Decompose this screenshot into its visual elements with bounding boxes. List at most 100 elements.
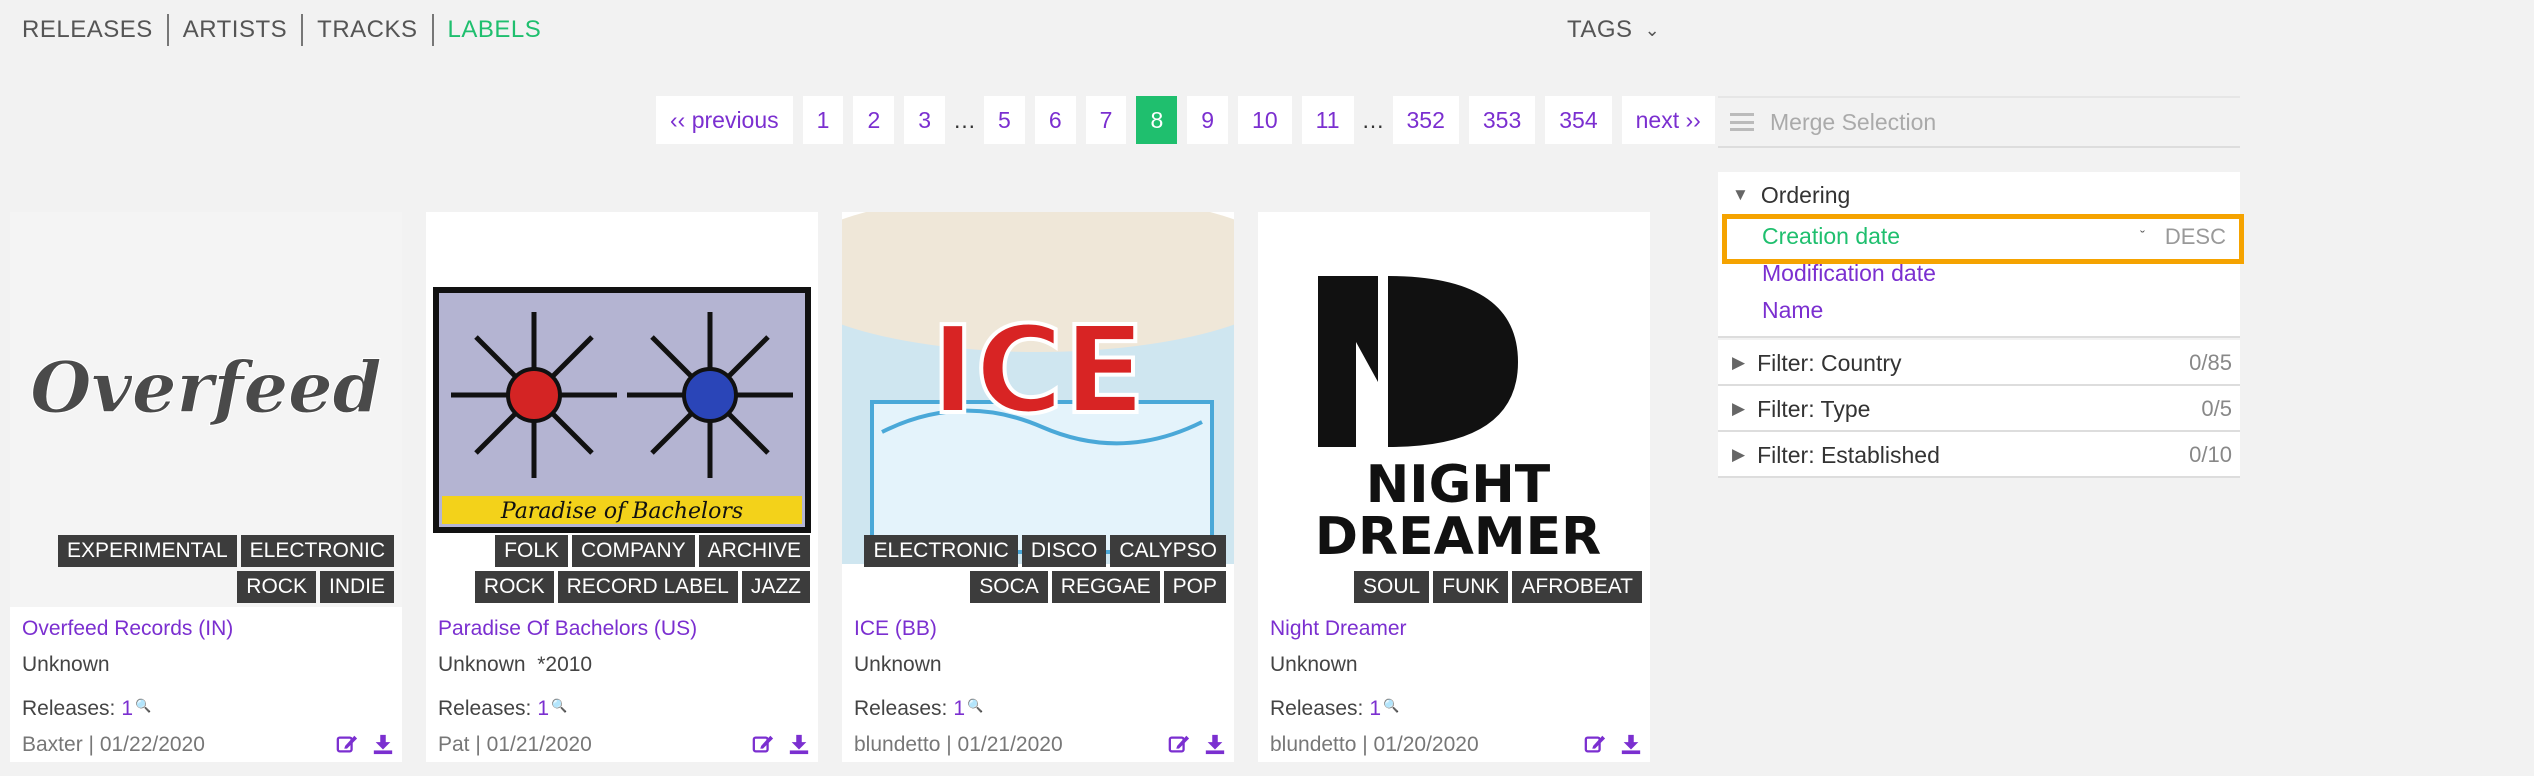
label-card: Overfeed EXPERIMENTAL ELECTRONIC ROCK IN… (10, 212, 402, 762)
tag[interactable]: FUNK (1433, 571, 1509, 603)
sort-direction[interactable]: DESC (2165, 218, 2226, 255)
download-icon[interactable] (372, 733, 394, 755)
tag[interactable]: ROCK (237, 571, 316, 603)
label-name-link[interactable]: Paradise Of Bachelors (US) (438, 617, 697, 641)
tag[interactable]: FOLK (495, 535, 569, 567)
filter-count: 0/10 (2189, 442, 2232, 467)
page-link[interactable]: 3 (904, 96, 946, 144)
tag[interactable]: EXPERIMENTAL (57, 535, 237, 567)
tag[interactable]: AFROBEAT (1512, 571, 1642, 603)
download-icon[interactable] (1204, 733, 1226, 755)
page-link[interactable]: 10 (1238, 96, 1292, 144)
triangle-right-icon: ▶ (1732, 399, 1746, 418)
edit-icon[interactable] (1168, 733, 1190, 755)
download-icon[interactable] (1620, 733, 1642, 755)
tag[interactable]: JAZZ (741, 571, 810, 603)
label-artwork[interactable]: NIGHT DREAMER (1258, 212, 1650, 607)
page-link[interactable]: 1 (802, 96, 844, 144)
page-link[interactable]: 353 (1468, 96, 1536, 144)
filter-established[interactable]: ▶ Filter: Established 0/10 (1718, 432, 2240, 478)
list-icon (1730, 113, 1754, 131)
page-link[interactable]: 354 (1545, 96, 1612, 144)
filter-count: 0/5 (2201, 396, 2232, 421)
releases-count-link[interactable]: 1 (537, 697, 549, 721)
tag[interactable]: ELECTRONIC (864, 535, 1018, 567)
filter-type[interactable]: ▶ Filter: Type 0/5 (1718, 386, 2240, 432)
page-link[interactable]: 11 (1301, 96, 1354, 144)
filter-label: Filter: Country (1757, 349, 1902, 376)
tab-labels[interactable]: LABELS (431, 14, 556, 46)
card-meta: blundetto | 01/21/2020 (854, 733, 1063, 756)
edit-icon[interactable] (752, 733, 774, 755)
tag-list: FOLK COMPANY ARCHIVE ROCK RECORD LABEL J… (430, 535, 810, 603)
label-name-link[interactable]: ICE (BB) (854, 617, 937, 641)
order-option-name[interactable]: Name (1718, 292, 2240, 329)
label-card: NIGHT DREAMER SOUL FUNK AFROBEAT Night D… (1258, 212, 1650, 762)
merge-selection-label: Merge Selection (1770, 108, 1937, 135)
tag[interactable]: POP (1163, 571, 1226, 603)
label-info: Unknown (1270, 653, 1358, 676)
tab-artists[interactable]: ARTISTS (166, 14, 301, 46)
page-link[interactable]: 352 (1392, 96, 1459, 144)
tag[interactable]: ARCHIVE (698, 535, 810, 567)
order-option-creation-date[interactable]: Creation date ˇ DESC (1718, 218, 2240, 255)
filter-label: Filter: Type (1757, 395, 1871, 422)
pagination-previous[interactable]: ‹‹ previous (656, 96, 793, 144)
tag[interactable]: RECORD LABEL (557, 571, 738, 603)
ordering-title: Ordering (1760, 181, 1851, 208)
page-link[interactable]: 5 (984, 96, 1025, 144)
order-option-modification-date[interactable]: Modification date (1718, 255, 2240, 292)
ordering-header[interactable]: ▼ Ordering (1718, 172, 2240, 218)
tag-list: ELECTRONIC DISCO CALYPSO SOCA REGGAE POP (846, 535, 1226, 603)
download-icon[interactable] (788, 733, 810, 755)
tag[interactable]: CALYPSO (1110, 535, 1226, 567)
tab-tracks[interactable]: TRACKS (301, 14, 431, 46)
label-name-link[interactable]: Overfeed Records (IN) (22, 617, 233, 641)
releases-count-link[interactable]: 1 (953, 697, 965, 721)
pagination-ellipsis: … (1361, 107, 1385, 133)
label-card: ICE ELECTRONIC DISCO CALYPSO SOCA REGGAE… (842, 212, 1234, 762)
page-link[interactable]: 7 (1085, 96, 1127, 144)
search-icon[interactable]: 🔍 (967, 698, 983, 714)
releases-row: Releases: 1 🔍 (438, 697, 567, 721)
releases-count-link[interactable]: 1 (121, 697, 133, 721)
filter-country[interactable]: ▶ Filter: Country 0/85 (1718, 340, 2240, 386)
tag[interactable]: ELECTRONIC (240, 535, 394, 567)
releases-label: Releases: (22, 697, 116, 720)
tags-label: TAGS (1567, 16, 1633, 43)
page-link[interactable]: 9 (1187, 96, 1229, 144)
svg-text:ICE: ICE (931, 302, 1146, 441)
pagination-next[interactable]: next ›› (1621, 96, 1715, 144)
tag[interactable]: SOCA (970, 571, 1048, 603)
tag[interactable]: REGGAE (1051, 571, 1160, 603)
night-dreamer-wordmark: NIGHT (1366, 455, 1551, 515)
card-meta: blundetto | 01/20/2020 (1270, 733, 1479, 756)
tag[interactable]: DISCO (1021, 535, 1107, 567)
tag[interactable]: SOUL (1354, 571, 1430, 603)
releases-row: Releases: 1 🔍 (22, 697, 151, 721)
search-icon[interactable]: 🔍 (1383, 698, 1399, 714)
chevron-down-icon[interactable]: ˇ (2140, 218, 2145, 255)
label-name-link[interactable]: Night Dreamer (1270, 617, 1407, 641)
releases-count-link[interactable]: 1 (1369, 697, 1381, 721)
svg-text:Paradise of Bachelors: Paradise of Bachelors (500, 499, 743, 524)
search-icon[interactable]: 🔍 (551, 698, 567, 714)
tag[interactable]: INDIE (319, 571, 394, 603)
search-icon[interactable]: 🔍 (135, 698, 151, 714)
page-link[interactable]: 2 (853, 96, 895, 144)
label-info: Unknown (22, 653, 110, 676)
page-link-current[interactable]: 8 (1136, 96, 1178, 144)
tag-list: EXPERIMENTAL ELECTRONIC ROCK INDIE (14, 535, 394, 603)
edit-icon[interactable] (1584, 733, 1606, 755)
tab-releases[interactable]: RELEASES (22, 14, 167, 46)
page-link[interactable]: 6 (1034, 96, 1076, 144)
edit-icon[interactable] (336, 733, 358, 755)
releases-row: Releases: 1 🔍 (1270, 697, 1399, 721)
card-meta: Baxter | 01/22/2020 (22, 733, 205, 756)
releases-row: Releases: 1 🔍 (854, 697, 983, 721)
ordering-panel: ▼ Ordering Creation date ˇ DESC Modifica… (1718, 172, 2240, 338)
tag[interactable]: COMPANY (572, 535, 695, 567)
tag[interactable]: ROCK (474, 571, 554, 603)
merge-selection-button[interactable]: Merge Selection (1718, 96, 2240, 148)
tags-dropdown[interactable]: TAGS ⌄ (1567, 14, 1660, 46)
